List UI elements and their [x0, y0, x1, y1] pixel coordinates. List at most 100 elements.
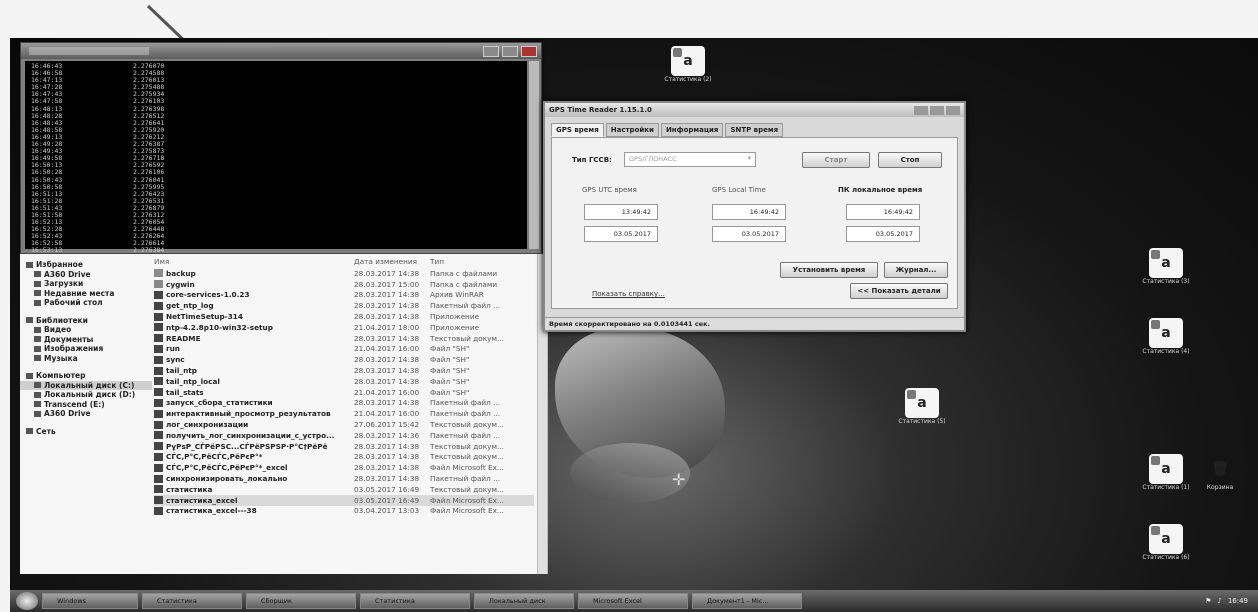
close-icon[interactable] — [946, 105, 960, 115]
nav-item[interactable]: A360 Drive — [20, 409, 152, 419]
file-row[interactable]: получить_лог_синхронизации_с_устро... 28.… — [154, 430, 534, 441]
nav-item-label: Библиотеки — [36, 315, 88, 325]
taskbar-item[interactable]: Статистика — [360, 593, 470, 609]
nav-item[interactable]: Видео — [20, 325, 152, 335]
desktop-icon-statistics-4[interactable]: a Статистика (4) — [1138, 318, 1194, 355]
file-icon — [154, 366, 163, 375]
file-type: Текстовый докум... — [430, 420, 504, 430]
tab-gps-time[interactable]: GPS время — [551, 123, 604, 137]
show-help-link[interactable]: Показать справку... — [592, 290, 665, 298]
file-row[interactable]: РұРѕР_СЃРёРЅС...СЃРёРЅРЅР·Р°С†РёРё 28.03.… — [154, 441, 534, 452]
desktop-icon-statistics-3[interactable]: a Статистика (3) — [1138, 248, 1194, 285]
console-line: 16:47:43 2.275934 — [31, 91, 521, 98]
nav-item[interactable]: Библиотеки — [20, 316, 152, 326]
tab-sntp-time[interactable]: SNTP время — [725, 123, 784, 137]
file-icon — [154, 409, 163, 418]
file-row[interactable]: cygwin 28.03.2017 15:00 Папка с файлами — [154, 279, 534, 290]
taskbar-item[interactable]: Документ1 - Mic... — [692, 593, 802, 609]
stop-button[interactable]: Стоп — [878, 152, 942, 168]
maximize-icon[interactable] — [930, 105, 944, 115]
desktop-icon-statistics-6[interactable]: a Статистика (6) — [1138, 524, 1194, 561]
close-icon[interactable] — [521, 45, 537, 57]
nav-item[interactable]: Избранное — [20, 260, 152, 270]
file-row[interactable]: tail_ntp 28.03.2017 14:38 Файл "SH" — [154, 365, 534, 376]
gps-titlebar[interactable]: GPS Time Reader 1.15.1.0 — [545, 103, 964, 117]
file-row[interactable]: tail_stats 21.04.2017 16:00 Файл "SH" — [154, 387, 534, 398]
column-header-type[interactable]: Тип — [430, 257, 534, 266]
desktop-icon-label: Статистика (2) — [664, 76, 712, 83]
file-row[interactable]: лог_синхронизации 27.06.2017 15:42 Текстов… — [154, 419, 534, 430]
nav-item[interactable]: Локальный диск (C:) — [20, 380, 152, 390]
nav-item[interactable]: Документы — [20, 335, 152, 345]
tab-info[interactable]: Информация — [660, 123, 724, 137]
excel-file-icon: a — [1149, 454, 1183, 484]
tab-settings[interactable]: Настройки — [605, 123, 659, 137]
file-row[interactable]: run 21.04.2017 16:00 Файл "SH" — [154, 344, 534, 355]
nav-item[interactable]: Музыка — [20, 354, 152, 364]
taskbar-item[interactable]: Microsoft Excel — [578, 593, 688, 609]
taskbar-item[interactable]: Windows — [42, 593, 138, 609]
flag-icon[interactable]: ⚑ — [1205, 597, 1211, 605]
file-name-cell: РұРѕР_СЃРёРЅС...СЃРёРЅРЅР·Р°С†РёРё — [154, 442, 354, 451]
minimize-icon[interactable] — [483, 45, 499, 57]
file-row[interactable]: статистика_excel---38 03.04.2017 13:03 Фай… — [154, 506, 534, 517]
file-row[interactable]: синхронизировать_локально 28.03.2017 14:3… — [154, 473, 534, 484]
gnss-type-select[interactable]: GPS/ГЛОНАСС ▾ — [624, 152, 756, 167]
file-row[interactable]: tail_ntp_local 28.03.2017 14:38 Файл "SH" — [154, 376, 534, 387]
file-row[interactable]: README 28.03.2017 14:38 Текстовый докум... — [154, 333, 534, 344]
file-row[interactable]: СЃС‚Р°С‚РёСЃС‚РёРєР°*_excel 28.03.2017 14… — [154, 462, 534, 473]
desktop-icon-recycle-bin[interactable]: 🗑 Корзина — [1192, 454, 1248, 491]
nav-item[interactable]: Локальный диск (D:) — [20, 390, 152, 400]
start-button[interactable]: Старт — [802, 152, 870, 168]
status-bar: Время скорректировано на 0.0103441 сек. — [545, 317, 964, 330]
column-header-name[interactable]: Имя — [154, 257, 354, 266]
file-icon — [154, 290, 163, 299]
file-row[interactable]: sync 28.03.2017 14:38 Файл "SH" — [154, 354, 534, 365]
file-name-cell: ntp-4.2.8p10-win32-setup — [154, 323, 354, 332]
taskbar-item[interactable]: Локальный диск — [474, 593, 574, 609]
console-titlebar[interactable] — [21, 43, 541, 59]
file-date: 21.04.2017 18:00 — [354, 322, 420, 332]
file-row[interactable]: СЃС‚Р°С‚РёСЃС‚РёРєР°* 28.03.2017 14:38 Тек… — [154, 452, 534, 463]
desktop-icon-statistics-2[interactable]: a Статистика (2) — [660, 46, 716, 83]
file-name-cell: СЃС‚Р°С‚РёСЃС‚РёРєР°* — [154, 452, 354, 461]
file-row[interactable]: статистика 03.05.2017 16:49 Текстовый доку… — [154, 484, 534, 495]
nav-item[interactable]: A360 Drive — [20, 270, 152, 280]
nav-item[interactable]: Сеть — [20, 427, 152, 437]
file-date: 28.03.2017 14:38 — [354, 398, 420, 408]
pc-local-label: ПК локальное время — [838, 186, 923, 194]
minimize-icon[interactable] — [914, 105, 928, 115]
file-row[interactable]: ntp-4.2.8p10-win32-setup 21.04.2017 18:00… — [154, 322, 534, 333]
file-row[interactable]: статистика_excel 03.05.2017 16:49 Файл Mic… — [154, 494, 534, 506]
taskbar-item[interactable]: Статистика — [142, 593, 242, 609]
nav-item[interactable]: Компьютер — [20, 371, 152, 381]
file-name-cell: tail_stats — [154, 388, 354, 397]
nav-item[interactable]: Рабочий стол — [20, 298, 152, 308]
file-row[interactable]: core-services-1.0.23 28.03.2017 14:38 Архи… — [154, 290, 534, 301]
nav-item[interactable]: Transcend (E:) — [20, 400, 152, 410]
set-time-button[interactable]: Установить время — [780, 262, 878, 278]
file-row[interactable]: get_ntp_log 28.03.2017 14:38 Пакетный файл… — [154, 300, 534, 311]
desktop-icon-statistics-5[interactable]: a Статистика (5) — [894, 388, 950, 425]
file-name: синхронизировать_локально — [166, 474, 288, 484]
file-row[interactable]: NetTimeSetup-314 28.03.2017 14:38 Приложен… — [154, 311, 534, 322]
file-icon — [154, 344, 163, 353]
hide-details-button[interactable]: << Показать детали — [850, 283, 948, 299]
column-header-date[interactable]: Дата изменения — [354, 257, 430, 266]
taskbar-item[interactable]: Сборщик — [246, 593, 356, 609]
journal-button[interactable]: Журнал... — [884, 262, 948, 278]
nav-item[interactable]: Загрузки — [20, 279, 152, 289]
start-button[interactable] — [16, 592, 38, 610]
file-row[interactable]: запуск_сбора_статистики 28.03.2017 14:38 П… — [154, 398, 534, 409]
console-scrollbar[interactable] — [529, 61, 539, 249]
maximize-icon[interactable] — [502, 45, 518, 57]
file-row[interactable]: backup 28.03.2017 14:38 Папка с файлами — [154, 268, 534, 279]
nav-item[interactable]: Изображения — [20, 344, 152, 354]
desktop-icon-statistics-1[interactable]: a Статистика (1) — [1138, 454, 1194, 491]
volume-icon[interactable]: ♪ — [1217, 597, 1221, 605]
file-row[interactable]: интерактивный_просмотр_результатов 21.04.… — [154, 408, 534, 419]
clock[interactable]: 16:49 — [1228, 597, 1248, 605]
file-name: запуск_сбора_статистики — [166, 398, 273, 408]
file-type: Пакетный файл ... — [430, 409, 501, 419]
nav-item[interactable]: Недавние места — [20, 289, 152, 299]
